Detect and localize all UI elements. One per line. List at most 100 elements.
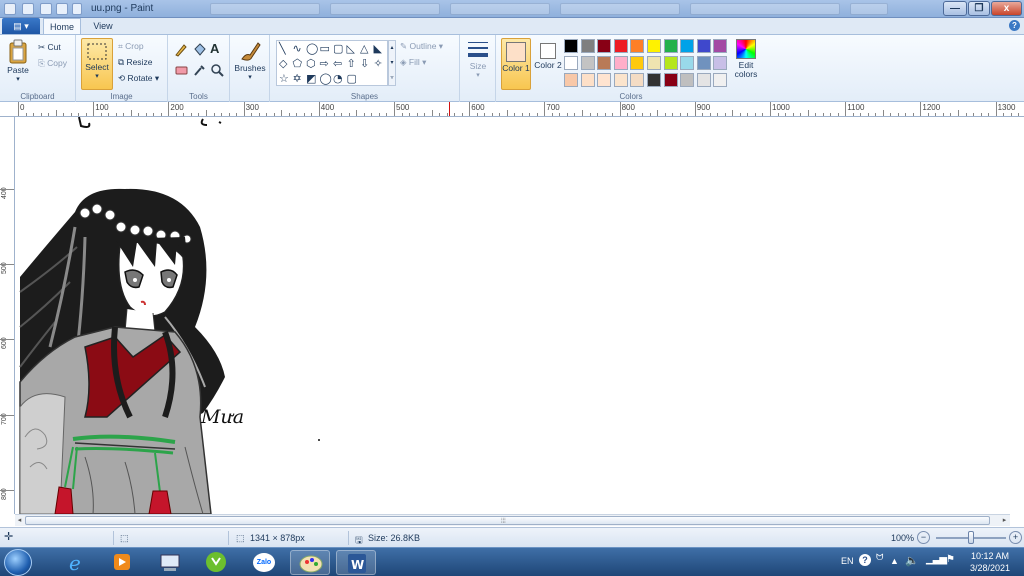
shapes-gallery[interactable]: ╲ ∿ ◯ ▭ ▢ ◺ △ ◣ ◇ ⬠ ⬡ ⇨ ⇦ ⇧ ⇩ ✧ ☆ ✡ ◩ ◯ ◔ ▢	[276, 40, 388, 86]
resize-button[interactable]: ⧉ Resize	[118, 57, 152, 68]
shape-option-icon[interactable]: ⇦	[333, 57, 342, 70]
palette-swatch[interactable]	[647, 56, 661, 70]
palette-swatch[interactable]	[630, 73, 645, 87]
file-menu-button[interactable]: ▤ ▾	[2, 18, 40, 34]
size-button[interactable]: Size ▾	[463, 39, 493, 89]
scroll-left-arrow-icon[interactable]: ◂	[15, 516, 24, 525]
shape-option-icon[interactable]: ☆	[279, 72, 289, 85]
network-signal-icon[interactable]: ▁▃▅	[926, 554, 947, 565]
shape-option-icon[interactable]: ╲	[279, 42, 286, 55]
palette-swatch[interactable]	[597, 39, 612, 53]
palette-swatch[interactable]	[663, 73, 678, 87]
taskbar-torrent-app[interactable]	[196, 550, 236, 575]
shape-option-icon[interactable]: ✧	[374, 57, 383, 70]
shape-option-icon[interactable]: ⇨	[320, 57, 329, 70]
eraser-icon[interactable]	[174, 63, 188, 77]
shape-option-icon[interactable]: ◩	[306, 72, 316, 85]
brushes-button[interactable]: Brushes ▾	[233, 39, 267, 89]
palette-swatch[interactable]	[696, 39, 711, 53]
crop-button[interactable]: ⌗ Crop	[118, 41, 144, 52]
tab-view[interactable]: View	[84, 18, 122, 34]
palette-swatch[interactable]	[680, 73, 695, 87]
shape-option-icon[interactable]: ◯	[306, 42, 318, 55]
palette-swatch[interactable]	[680, 56, 695, 70]
palette-swatch[interactable]	[564, 39, 578, 53]
close-button[interactable]: x	[991, 1, 1022, 16]
palette-swatch[interactable]	[564, 73, 578, 87]
pencil-icon[interactable]	[174, 43, 188, 57]
color-picker-icon[interactable]	[192, 63, 206, 77]
palette-swatch[interactable]	[696, 73, 711, 87]
redo-icon[interactable]	[56, 3, 68, 15]
zoom-in-button[interactable]: +	[1009, 531, 1022, 544]
shape-option-icon[interactable]: △	[360, 42, 368, 55]
palette-swatch[interactable]	[580, 56, 595, 70]
palette-swatch[interactable]	[663, 39, 678, 53]
shape-option-icon[interactable]: ⬡	[306, 57, 316, 70]
show-hidden-icons[interactable]: ▲	[890, 556, 899, 566]
shape-option-icon[interactable]: ⇧	[347, 57, 356, 70]
edit-colors-button[interactable]: Edit colors	[730, 39, 762, 89]
minimize-button[interactable]: —	[943, 1, 967, 16]
zoom-slider-thumb[interactable]	[968, 531, 974, 544]
select-button[interactable]: Select ▾	[81, 38, 113, 90]
language-help-icon[interactable]: ?	[859, 554, 871, 566]
input-language[interactable]: EN	[841, 556, 854, 566]
shape-option-icon[interactable]: ∿	[293, 42, 302, 55]
drawing-canvas[interactable]: Mưa	[15, 117, 1024, 514]
scrollbar-thumb[interactable]: ⦙⦙⦙	[25, 516, 990, 525]
taskbar-zalo[interactable]: Zalo	[244, 550, 284, 575]
palette-swatch[interactable]	[613, 39, 628, 53]
palette-swatch[interactable]	[580, 39, 595, 53]
copy-button[interactable]: ⎘ Copy	[38, 58, 67, 69]
shape-option-icon[interactable]: ⬠	[293, 57, 303, 70]
palette-swatch[interactable]	[713, 73, 728, 87]
color1-button[interactable]: Color 1	[501, 38, 531, 90]
palette-swatch[interactable]	[713, 56, 728, 70]
shape-option-icon[interactable]: ▢	[347, 72, 357, 85]
fill-button[interactable]: ◈ Fill ▾	[400, 57, 426, 68]
shape-option-icon[interactable]: ⇩	[360, 57, 369, 70]
taskbar-word[interactable]: W	[336, 550, 376, 575]
palette-swatch[interactable]	[680, 39, 695, 53]
palette-swatch[interactable]	[597, 56, 612, 70]
palette-swatch[interactable]	[564, 56, 578, 70]
maximize-button[interactable]: ❐	[968, 1, 990, 16]
shape-option-icon[interactable]: ▢	[333, 42, 343, 55]
taskbar-network-app[interactable]	[150, 550, 190, 575]
palette-swatch[interactable]	[580, 73, 595, 87]
tab-home[interactable]: Home	[43, 18, 81, 34]
palette-swatch[interactable]	[597, 73, 612, 87]
shape-option-icon[interactable]: ◣	[374, 42, 382, 55]
shape-option-icon[interactable]: ◯	[320, 72, 332, 85]
fill-bucket-icon[interactable]	[192, 43, 206, 57]
palette-swatch[interactable]	[613, 73, 628, 87]
undo-icon[interactable]	[40, 3, 52, 15]
palette-swatch[interactable]	[647, 73, 661, 87]
quick-access-dropdown-icon[interactable]	[72, 3, 82, 15]
shape-option-icon[interactable]: ◇	[279, 57, 287, 70]
magnifier-icon[interactable]	[210, 63, 224, 77]
text-tool-icon[interactable]: A	[210, 41, 219, 56]
start-button[interactable]	[4, 549, 32, 576]
taskbar-internet-explorer[interactable]: e	[56, 550, 96, 575]
tray-clock[interactable]: 10:12 AM 3/28/2021	[960, 550, 1020, 574]
outline-button[interactable]: ✎ Outline ▾	[400, 41, 443, 52]
shape-option-icon[interactable]: ▭	[320, 42, 330, 55]
palette-swatch[interactable]	[613, 56, 628, 70]
palette-swatch[interactable]	[647, 39, 661, 53]
shapes-scroll[interactable]: ▴ ▾ ▿	[388, 40, 396, 86]
shape-option-icon[interactable]: ✡	[293, 72, 302, 85]
shape-option-icon[interactable]: ◺	[347, 42, 355, 55]
shape-option-icon[interactable]: ◔	[333, 72, 343, 85]
taskbar-media-player[interactable]	[102, 550, 142, 575]
palette-swatch[interactable]	[696, 56, 711, 70]
color2-button[interactable]: Color 2	[534, 38, 562, 90]
paste-button[interactable]: Paste ▾	[3, 39, 33, 89]
tray-pin-icon[interactable]: ᗢ	[876, 552, 883, 563]
save-icon[interactable]	[22, 3, 34, 15]
speaker-icon[interactable]: 🔈	[905, 554, 919, 567]
help-icon[interactable]: ?	[1009, 20, 1020, 31]
horizontal-scrollbar[interactable]: ◂ ⦙⦙⦙ ▸	[15, 514, 1010, 526]
zoom-out-button[interactable]: −	[917, 531, 930, 544]
